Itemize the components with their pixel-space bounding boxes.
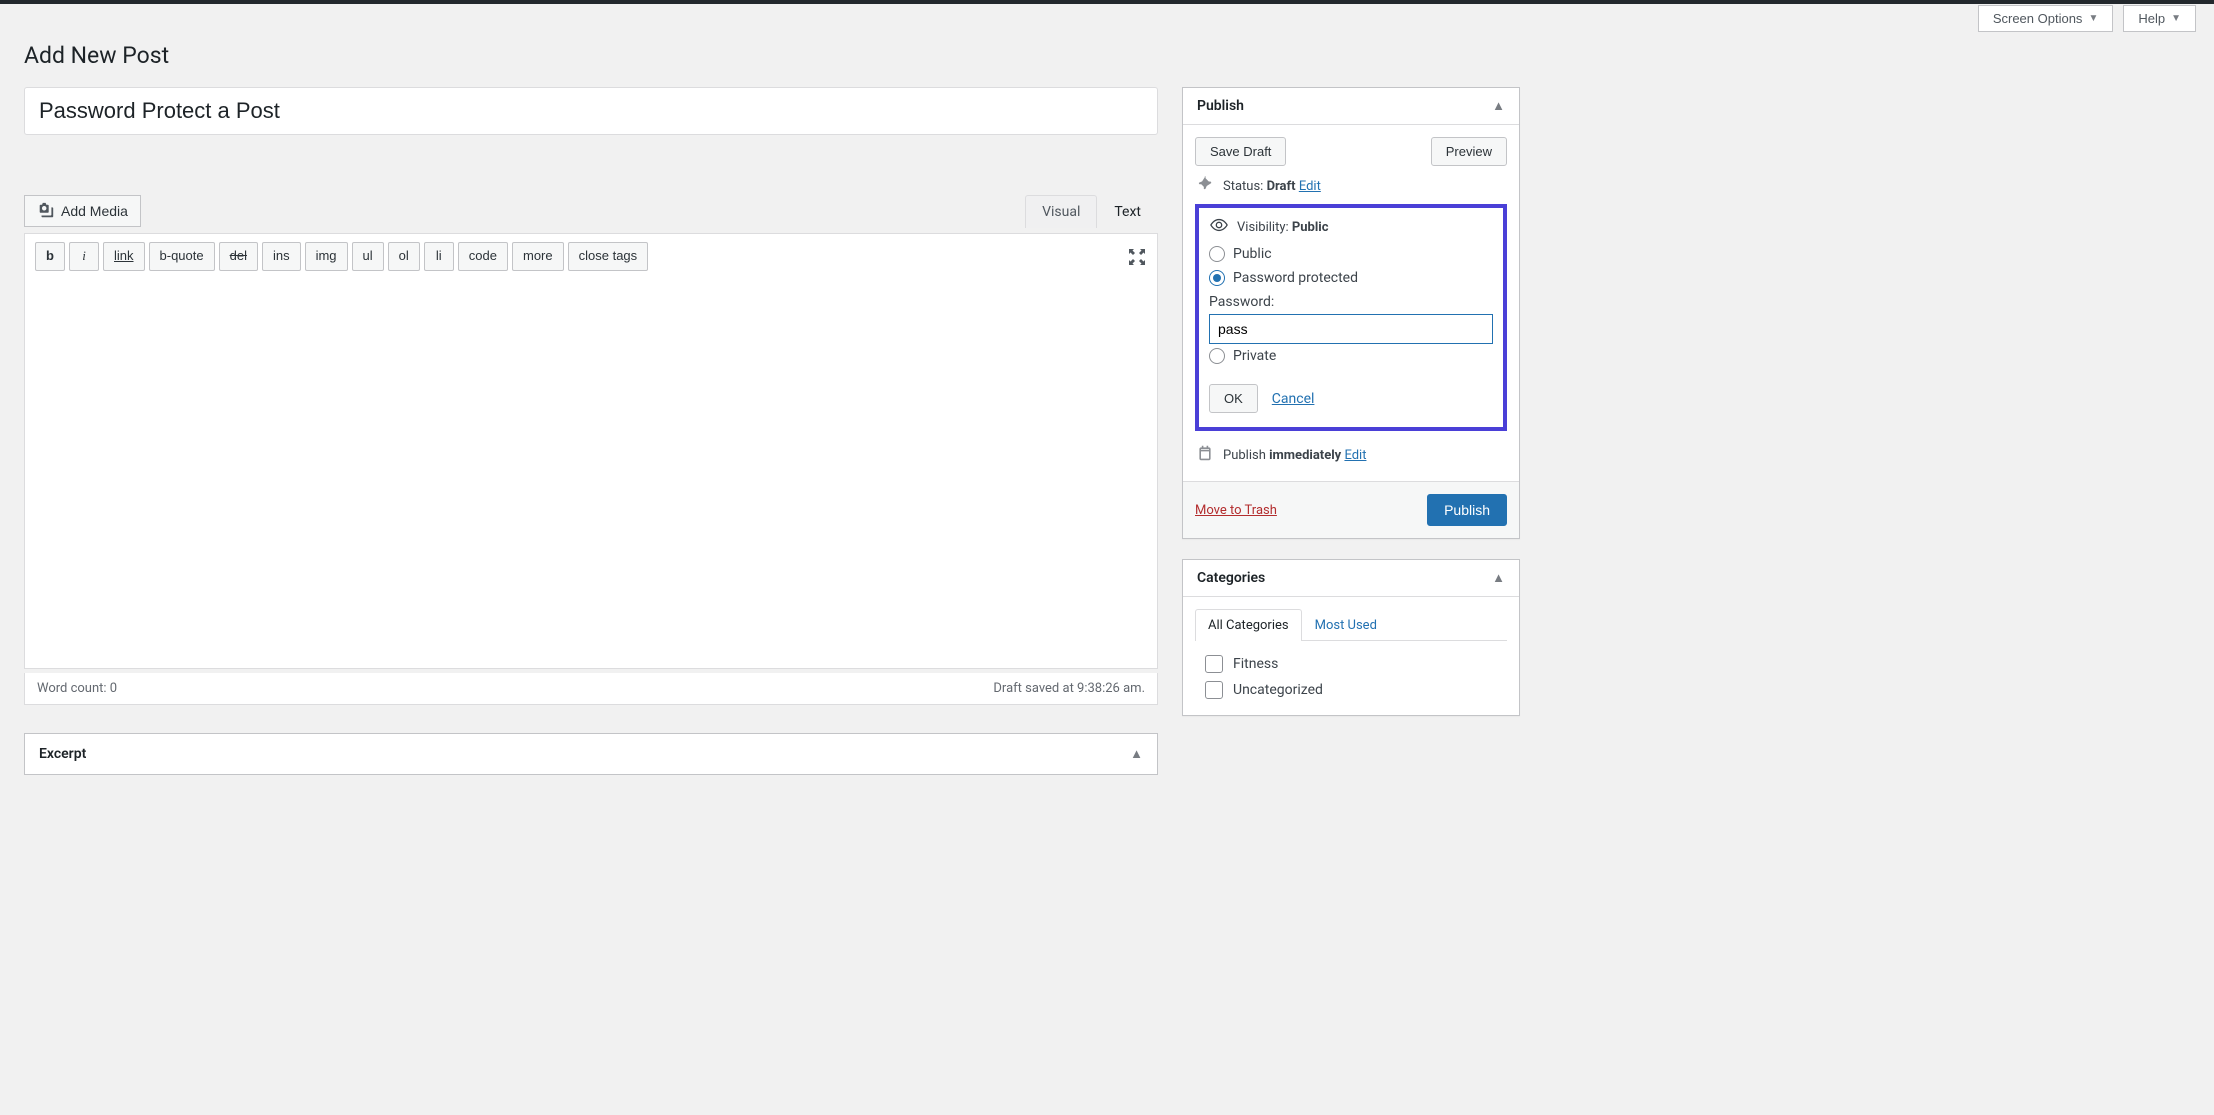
qt-ins[interactable]: ins [262, 242, 301, 271]
help-label: Help [2138, 11, 2165, 26]
edit-status-link[interactable]: Edit [1299, 179, 1321, 194]
add-media-button[interactable]: Add Media [24, 195, 141, 227]
radio-public[interactable] [1209, 246, 1225, 262]
publish-title: Publish [1197, 98, 1244, 114]
visibility-ok-button[interactable]: OK [1209, 384, 1258, 413]
chevron-up-icon[interactable]: ▲ [1492, 98, 1505, 114]
save-draft-button[interactable]: Save Draft [1195, 137, 1286, 166]
qt-img[interactable]: img [305, 242, 348, 271]
radio-public-label: Public [1233, 246, 1272, 262]
page-title: Add New Post [24, 42, 1520, 69]
qt-li[interactable]: li [424, 242, 454, 271]
qt-bold[interactable]: b [35, 242, 65, 271]
eye-icon [1209, 216, 1229, 238]
fullscreen-icon[interactable] [1127, 247, 1147, 267]
chevron-down-icon: ▼ [2088, 13, 2098, 24]
chevron-down-icon: ▼ [2171, 13, 2181, 24]
category-item: Uncategorized [1199, 677, 1503, 703]
screen-options-label: Screen Options [1993, 11, 2083, 26]
publish-date-value: immediately [1269, 448, 1341, 463]
visibility-label: Visibility: [1237, 220, 1289, 235]
category-checkbox-fitness[interactable] [1205, 655, 1223, 673]
radio-private[interactable] [1209, 348, 1225, 364]
category-item: Fitness [1199, 651, 1503, 677]
edit-publish-date-link[interactable]: Edit [1344, 448, 1366, 463]
pin-icon [1195, 176, 1215, 196]
move-to-trash-link[interactable]: Move to Trash [1195, 503, 1277, 518]
add-media-label: Add Media [61, 203, 128, 219]
radio-password-label: Password protected [1233, 270, 1358, 286]
word-count: Word count: 0 [37, 681, 117, 696]
status-label: Status: [1223, 179, 1263, 194]
post-title-input[interactable] [24, 87, 1158, 135]
media-icon [37, 202, 55, 220]
radio-private-label: Private [1233, 348, 1276, 364]
category-checkbox-uncategorized[interactable] [1205, 681, 1223, 699]
qt-ol[interactable]: ol [388, 242, 420, 271]
category-label: Fitness [1233, 656, 1278, 672]
qt-code[interactable]: code [458, 242, 508, 271]
tab-text[interactable]: Text [1097, 195, 1158, 228]
qt-ul[interactable]: ul [352, 242, 384, 271]
screen-options-button[interactable]: Screen Options ▼ [1978, 5, 2114, 32]
draft-saved: Draft saved at 9:38:26 am. [993, 681, 1145, 696]
help-button[interactable]: Help ▼ [2123, 5, 2196, 32]
status-value: Draft [1267, 179, 1296, 194]
post-content-editor[interactable] [24, 279, 1158, 669]
preview-button[interactable]: Preview [1431, 137, 1507, 166]
visibility-cancel-link[interactable]: Cancel [1272, 391, 1315, 407]
tab-most-used[interactable]: Most Used [1302, 609, 1390, 641]
password-label: Password: [1209, 294, 1493, 310]
calendar-icon [1195, 445, 1215, 465]
qt-del[interactable]: del [219, 242, 258, 271]
password-input[interactable] [1209, 314, 1493, 344]
radio-password-protected[interactable] [1209, 270, 1225, 286]
qt-italic[interactable]: i [69, 242, 99, 271]
categories-title: Categories [1197, 570, 1265, 586]
qt-bquote[interactable]: b-quote [149, 242, 215, 271]
tab-visual[interactable]: Visual [1025, 195, 1097, 228]
qt-close-tags[interactable]: close tags [568, 242, 649, 271]
chevron-up-icon[interactable]: ▲ [1492, 570, 1505, 586]
visibility-value: Public [1292, 220, 1329, 235]
excerpt-title: Excerpt [39, 746, 86, 762]
publish-date-label: Publish [1223, 448, 1266, 463]
tab-all-categories[interactable]: All Categories [1195, 609, 1302, 641]
qt-more[interactable]: more [512, 242, 564, 271]
category-label: Uncategorized [1233, 682, 1323, 698]
chevron-up-icon[interactable]: ▲ [1130, 746, 1143, 762]
qt-link[interactable]: link [103, 242, 145, 271]
publish-button[interactable]: Publish [1427, 494, 1507, 526]
